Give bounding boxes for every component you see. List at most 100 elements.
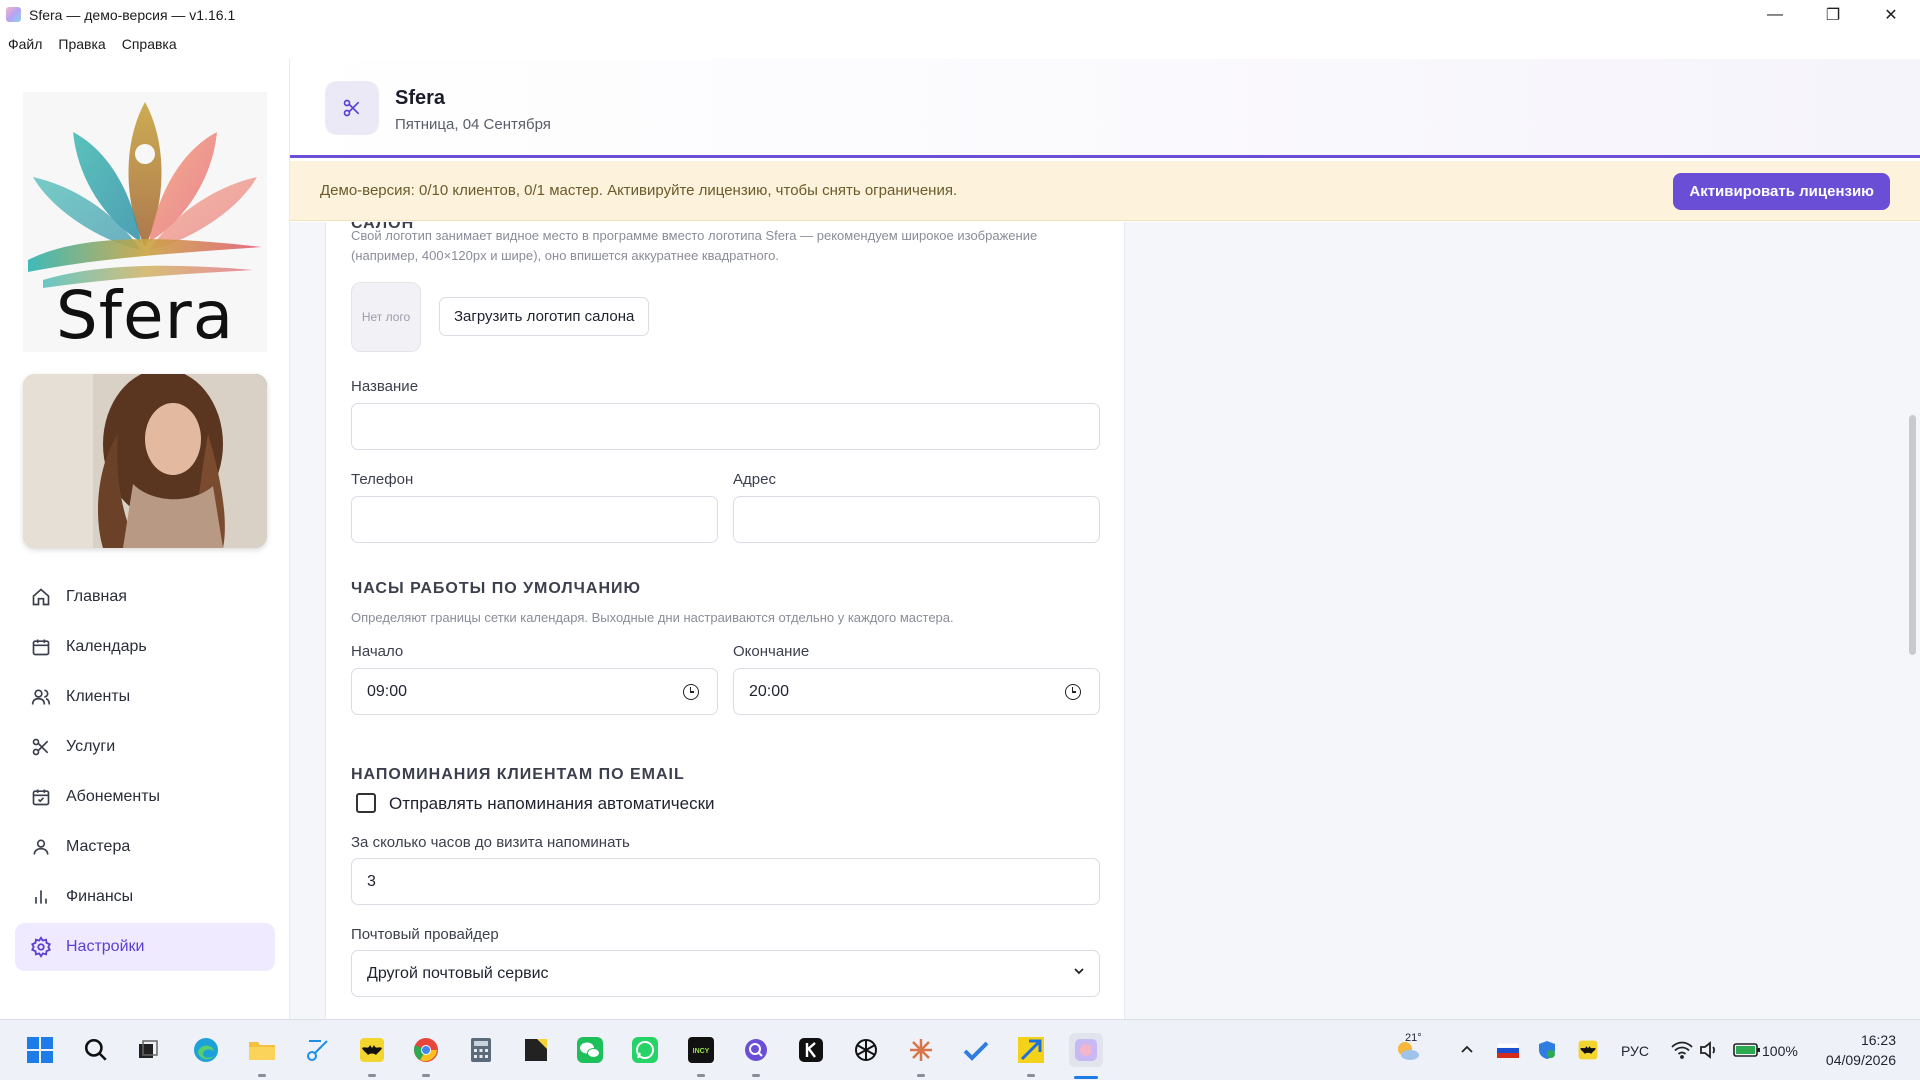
system-clock[interactable]: 16:23 04/09/2026 <box>1826 1030 1896 1070</box>
nav-item-finance[interactable]: Финансы <box>15 873 275 921</box>
clock-icon[interactable] <box>683 684 699 700</box>
clock-date: 04/09/2026 <box>1825 1052 1896 1068</box>
whatsapp-icon[interactable] <box>628 1033 662 1067</box>
running-indicator <box>1027 1074 1035 1077</box>
volume-icon[interactable] <box>1693 1033 1727 1067</box>
wechat-icon[interactable] <box>573 1033 607 1067</box>
menu-file[interactable]: Файл <box>8 36 42 52</box>
nav-item-masters[interactable]: Мастера <box>15 823 275 871</box>
lotus-logo-icon <box>28 102 262 288</box>
chatgpt-icon[interactable] <box>849 1033 883 1067</box>
batman-tray-icon[interactable] <box>1571 1033 1605 1067</box>
running-indicator <box>752 1074 760 1077</box>
security-shield-icon[interactable] <box>1530 1033 1564 1067</box>
battery-percent: 100% <box>1762 1042 1798 1059</box>
running-indicator <box>368 1074 376 1077</box>
auto-reminders-label[interactable]: Отправлять напоминания автоматически <box>389 794 715 814</box>
end-time-input[interactable]: 20:00 <box>733 668 1100 715</box>
task-view-icon[interactable] <box>131 1033 165 1067</box>
users-icon <box>30 686 52 708</box>
sfera-app-icon[interactable] <box>1069 1033 1103 1067</box>
nav-item-calendar[interactable]: Календарь <box>15 623 275 671</box>
page-title: Sfera <box>395 87 446 109</box>
logo-wordmark: Sfera <box>55 277 235 352</box>
app-logo: Sfera <box>23 92 267 352</box>
main-navigation: Главная Календарь Клиенты Услуги Абонеме… <box>15 573 275 973</box>
nav-label: Календарь <box>66 638 147 655</box>
home-icon <box>30 586 52 608</box>
windows-taskbar: INCY 21° РУС 100% 16:23 04/09/2026 <box>0 1019 1920 1080</box>
demo-banner-text: Демо-версия: 0/10 клиентов, 0/1 мастер. … <box>320 182 958 199</box>
arrow-app-icon[interactable] <box>1014 1033 1048 1067</box>
nav-item-clients[interactable]: Клиенты <box>15 673 275 721</box>
clock-time: 16:23 <box>1860 1032 1896 1048</box>
nav-item-subscriptions[interactable]: Абонементы <box>15 773 275 821</box>
chrome-browser-icon[interactable] <box>409 1033 443 1067</box>
nav-label: Главная <box>66 588 127 605</box>
windows-start-icon[interactable] <box>23 1033 57 1067</box>
batman-app-icon[interactable] <box>355 1033 389 1067</box>
battery-icon[interactable] <box>1730 1033 1764 1067</box>
auto-reminders-checkbox[interactable] <box>356 793 376 813</box>
running-indicator <box>917 1074 925 1077</box>
window-controls: — ❐ ✕ <box>1746 0 1920 29</box>
nav-label: Мастера <box>66 838 131 855</box>
current-date: Пятница, 04 Сентября <box>395 116 551 133</box>
nav-label: Финансы <box>66 888 134 905</box>
mail-provider-value: Другой почтовый сервис <box>367 964 549 982</box>
input-language[interactable]: РУС <box>1621 1020 1649 1080</box>
menu-edit[interactable]: Правка <box>58 36 105 52</box>
mail-provider-label: Почтовый провайдер <box>351 926 499 943</box>
gear-icon <box>30 936 52 958</box>
nav-item-home[interactable]: Главная <box>15 573 275 621</box>
sticky-notes-icon[interactable] <box>519 1033 553 1067</box>
start-time-input[interactable]: 09:00 <box>351 668 718 715</box>
phone-input[interactable] <box>351 496 718 543</box>
chevron-down-icon <box>1074 968 1084 975</box>
scissors-icon <box>30 736 52 758</box>
close-button[interactable]: ✕ <box>1862 0 1920 29</box>
user-icon <box>30 836 52 858</box>
clock-icon[interactable] <box>1065 684 1081 700</box>
calendar-icon <box>30 636 52 658</box>
claude-icon[interactable] <box>904 1033 938 1067</box>
sidebar: Sfera Главная Календарь Клиенты Услуги А… <box>0 59 290 1019</box>
phone-label: Телефон <box>351 471 414 488</box>
menu-help[interactable]: Справка <box>122 36 177 52</box>
search-icon[interactable] <box>79 1033 113 1067</box>
address-input[interactable] <box>733 496 1100 543</box>
calculator-icon[interactable] <box>464 1033 498 1067</box>
calendar-check-icon <box>30 786 52 808</box>
upload-logo-button[interactable]: Загрузить логотип салона <box>439 297 650 336</box>
russian-flag-icon[interactable] <box>1491 1033 1525 1067</box>
todo-check-icon[interactable] <box>959 1033 993 1067</box>
settings-card: САЛОН Свой логотип занимает видное место… <box>325 222 1125 1019</box>
search-app-icon[interactable] <box>739 1033 773 1067</box>
chevron-up-icon[interactable] <box>1450 1033 1484 1067</box>
page-header: Sfera Пятница, 04 Сентября <box>290 59 1920 158</box>
nav-item-settings[interactable]: Настройки <box>15 923 275 971</box>
edge-browser-icon[interactable] <box>189 1033 223 1067</box>
minimize-button[interactable]: — <box>1746 0 1804 29</box>
scissors-icon <box>325 81 379 135</box>
nav-item-services[interactable]: Услуги <box>15 723 275 771</box>
woman-portrait-image <box>23 374 267 548</box>
content-scrollbar[interactable] <box>1909 415 1916 655</box>
window-title: Sfera — демо-версия — v1.16.1 <box>29 6 236 23</box>
running-indicator <box>697 1074 705 1077</box>
title-bar: Sfera — демо-версия — v1.16.1 — ❐ ✕ <box>0 0 1920 29</box>
activate-license-button[interactable]: Активировать лицензию <box>1673 173 1890 210</box>
nav-label: Услуги <box>66 738 116 755</box>
reminder-hours-input[interactable] <box>351 858 1100 905</box>
k-app-icon[interactable] <box>794 1033 828 1067</box>
bar-chart-icon <box>30 886 52 908</box>
end-time-value: 20:00 <box>749 682 790 700</box>
salon-photo <box>23 374 267 548</box>
salon-name-input[interactable] <box>351 403 1100 450</box>
snipping-tool-icon[interactable] <box>301 1033 335 1067</box>
file-explorer-icon[interactable] <box>245 1033 279 1067</box>
name-label: Название <box>351 378 419 395</box>
incy-app-icon[interactable]: INCY <box>684 1033 718 1067</box>
maximize-button[interactable]: ❐ <box>1804 0 1862 29</box>
mail-provider-select[interactable]: Другой почтовый сервис <box>351 950 1100 997</box>
